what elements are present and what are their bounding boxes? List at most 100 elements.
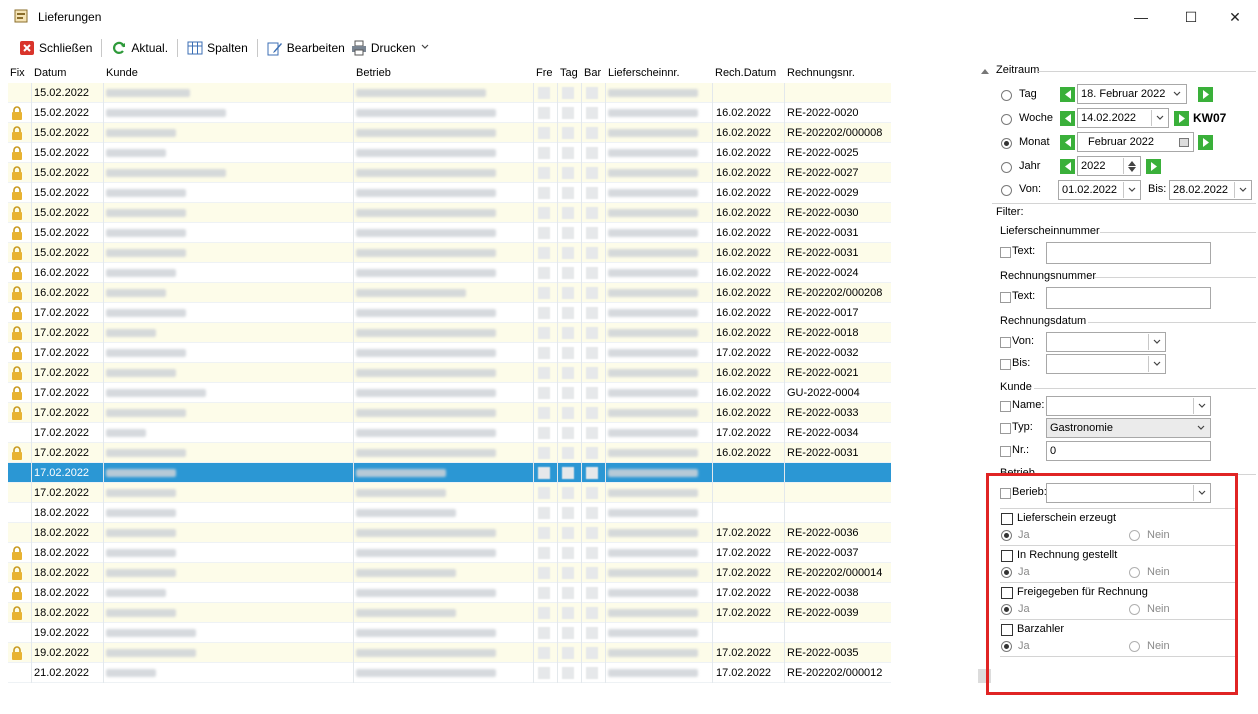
tag-checkbox[interactable] (562, 647, 574, 659)
tag-checkbox[interactable] (562, 667, 574, 679)
table-row[interactable]: 15.02.2022 16.02.2022 RE-2022-0029 (8, 183, 891, 203)
table-row[interactable]: 15.02.2022 (8, 83, 891, 103)
bar-checkbox[interactable] (586, 527, 598, 539)
bar-checkbox[interactable] (586, 427, 598, 439)
bar-checkbox[interactable] (586, 267, 598, 279)
table-row[interactable]: 17.02.2022 (8, 463, 891, 483)
fre-checkbox[interactable] (538, 227, 550, 239)
fre-checkbox[interactable] (538, 607, 550, 619)
kunde-typ-checkbox[interactable] (1000, 423, 1011, 434)
refresh-button[interactable]: Aktual. (108, 37, 171, 59)
tag-checkbox[interactable] (562, 107, 574, 119)
tag-checkbox[interactable] (562, 367, 574, 379)
bar-checkbox[interactable] (586, 447, 598, 459)
table-row[interactable]: 18.02.2022 17.02.2022 RE-2022-0038 (8, 583, 891, 603)
prev-day-button[interactable] (1060, 87, 1075, 102)
bar-checkbox[interactable] (586, 107, 598, 119)
prev-year-button[interactable] (1060, 159, 1075, 174)
tag-checkbox[interactable] (562, 187, 574, 199)
table-row[interactable]: 15.02.2022 16.02.2022 RE-2022-0027 (8, 163, 891, 183)
bar-checkbox[interactable] (586, 227, 598, 239)
chevron-down-icon[interactable] (1193, 420, 1209, 436)
table-row[interactable]: 15.02.2022 16.02.2022 RE-2022-0025 (8, 143, 891, 163)
bar-checkbox[interactable] (586, 127, 598, 139)
table-row[interactable]: 17.02.2022 (8, 483, 891, 503)
bar-checkbox[interactable] (586, 207, 598, 219)
tag-checkbox[interactable] (562, 87, 574, 99)
tag-checkbox[interactable] (562, 347, 574, 359)
fre-checkbox[interactable] (538, 327, 550, 339)
bar-checkbox[interactable] (586, 87, 598, 99)
table-row[interactable]: 17.02.2022 16.02.2022 GU-2022-0004 (8, 383, 891, 403)
chevron-down-icon[interactable] (1148, 356, 1164, 372)
monat-picker[interactable]: Februar 2022 (1077, 132, 1194, 152)
prev-week-button[interactable] (1060, 111, 1075, 126)
col-header-bar[interactable]: Bar (584, 67, 601, 79)
fre-checkbox[interactable] (538, 647, 550, 659)
table-row[interactable]: 15.02.2022 16.02.2022 RE-2022-0030 (8, 203, 891, 223)
lieferscheinnummer-checkbox[interactable] (1000, 247, 1011, 258)
radio-woche[interactable] (1001, 114, 1012, 125)
chevron-down-icon[interactable] (1234, 182, 1250, 198)
rechnungsdatum-von-picker[interactable] (1046, 332, 1166, 352)
radio-jahr[interactable] (1001, 162, 1012, 173)
table-row[interactable]: 18.02.2022 17.02.2022 RE-2022-0037 (8, 543, 891, 563)
col-header-tag[interactable]: Tag (560, 67, 578, 79)
fre-checkbox[interactable] (538, 347, 550, 359)
table-row[interactable]: 17.02.2022 17.02.2022 RE-2022-0034 (8, 423, 891, 443)
fre-checkbox[interactable] (538, 407, 550, 419)
radio-monat[interactable] (1001, 138, 1012, 149)
tag-checkbox[interactable] (562, 447, 574, 459)
fre-checkbox[interactable] (538, 667, 550, 679)
chevron-down-icon[interactable] (1169, 86, 1185, 102)
table-row[interactable]: 15.02.2022 16.02.2022 RE-2022-0031 (8, 243, 891, 263)
tag-checkbox[interactable] (562, 147, 574, 159)
fre-checkbox[interactable] (538, 167, 550, 179)
tag-checkbox[interactable] (562, 167, 574, 179)
table-row[interactable]: 18.02.2022 17.02.2022 RE-2022-0036 (8, 523, 891, 543)
fre-checkbox[interactable] (538, 107, 550, 119)
table-row[interactable]: 18.02.2022 17.02.2022 RE-2022-0039 (8, 603, 891, 623)
kunde-name-combobox[interactable] (1046, 396, 1211, 416)
bar-checkbox[interactable] (586, 627, 598, 639)
rechnungsdatum-von-checkbox[interactable] (1000, 337, 1011, 348)
minimize-button[interactable]: — (1118, 4, 1164, 30)
table-row[interactable]: 17.02.2022 16.02.2022 RE-2022-0017 (8, 303, 891, 323)
col-header-rech-datum[interactable]: Rech.Datum (715, 67, 776, 79)
bar-checkbox[interactable] (586, 647, 598, 659)
fre-checkbox[interactable] (538, 487, 550, 499)
bar-checkbox[interactable] (586, 507, 598, 519)
bar-checkbox[interactable] (586, 487, 598, 499)
chevron-down-icon[interactable] (420, 41, 430, 55)
bar-checkbox[interactable] (586, 407, 598, 419)
bar-checkbox[interactable] (586, 587, 598, 599)
fre-checkbox[interactable] (538, 447, 550, 459)
fre-checkbox[interactable] (538, 427, 550, 439)
von-date-picker[interactable]: 01.02.2022 (1058, 180, 1141, 200)
tag-checkbox[interactable] (562, 547, 574, 559)
lieferscheinnummer-input[interactable] (1046, 242, 1211, 264)
table-row[interactable]: 17.02.2022 16.02.2022 RE-2022-0018 (8, 323, 891, 343)
next-year-button[interactable] (1146, 159, 1161, 174)
prev-month-button[interactable] (1060, 135, 1075, 150)
fre-checkbox[interactable] (538, 207, 550, 219)
next-day-button[interactable] (1198, 87, 1213, 102)
fre-checkbox[interactable] (538, 307, 550, 319)
chevron-down-icon[interactable] (1151, 110, 1167, 126)
bar-checkbox[interactable] (586, 187, 598, 199)
chevron-down-icon[interactable] (1193, 398, 1209, 414)
jahr-spinner[interactable]: 2022 (1077, 156, 1141, 176)
bar-checkbox[interactable] (586, 327, 598, 339)
tag-checkbox[interactable] (562, 207, 574, 219)
rechnungsdatum-bis-picker[interactable] (1046, 354, 1166, 374)
fre-checkbox[interactable] (538, 547, 550, 559)
woche-date-picker[interactable]: 14.02.2022 (1077, 108, 1169, 128)
rechnungsnummer-input[interactable] (1046, 287, 1211, 309)
bar-checkbox[interactable] (586, 167, 598, 179)
table-row[interactable]: 15.02.2022 16.02.2022 RE-2022-0020 (8, 103, 891, 123)
edit-button[interactable]: Bearbeiten (264, 37, 348, 59)
kunde-nr-checkbox[interactable] (1000, 446, 1011, 457)
tag-checkbox[interactable] (562, 127, 574, 139)
table-row[interactable]: 21.02.2022 17.02.2022 RE-202202/000012 (8, 663, 891, 683)
table-row[interactable]: 18.02.2022 17.02.2022 RE-202202/000014 (8, 563, 891, 583)
